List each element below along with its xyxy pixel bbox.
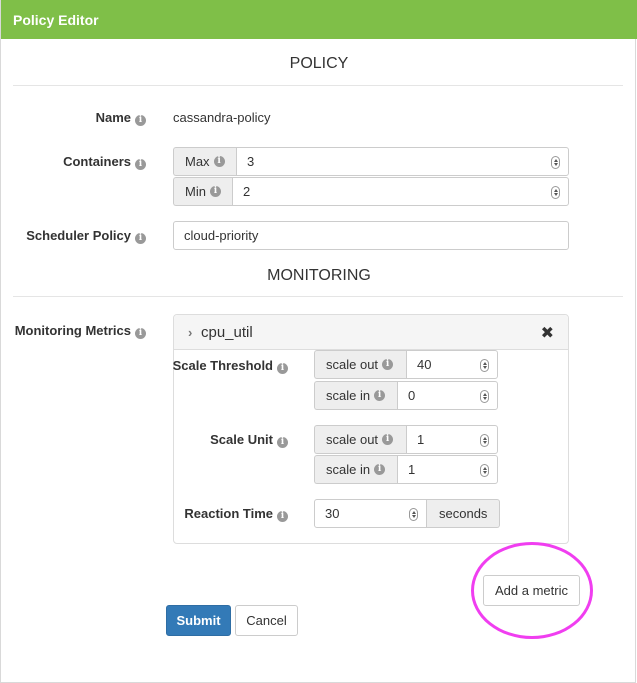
scheduler-policy-label: Scheduler Policy i xyxy=(1,228,146,244)
policy-editor-panel: Policy Editor POLICY Name i cassandra-pol… xyxy=(0,0,637,683)
close-icon[interactable]: ✖ xyxy=(541,323,554,343)
info-icon[interactable]: i xyxy=(382,434,394,445)
info-icon[interactable]: i xyxy=(135,328,146,339)
scale-threshold-in-input[interactable]: 0 xyxy=(397,381,498,410)
spinner-icon[interactable] xyxy=(480,390,489,403)
cancel-button[interactable]: Cancel xyxy=(235,605,298,636)
divider xyxy=(13,85,623,86)
info-icon[interactable]: i xyxy=(374,464,386,475)
info-icon[interactable]: i xyxy=(135,233,146,244)
spinner-icon[interactable] xyxy=(409,508,418,521)
info-icon[interactable]: i xyxy=(213,156,225,167)
scale-threshold-label: Scale Threshold i xyxy=(161,358,288,374)
scale-unit-in-group: scale in i 1 xyxy=(314,455,498,484)
scale-in-addon: scale in i xyxy=(314,455,397,484)
highlight-annotation xyxy=(471,542,593,639)
containers-min-group: Min i 2 xyxy=(173,177,569,206)
spinner-icon[interactable] xyxy=(551,186,560,199)
metric-name: cpu_util xyxy=(201,324,253,341)
spinner-icon[interactable] xyxy=(480,359,489,372)
min-addon: Min i xyxy=(173,177,232,206)
chevron-right-icon[interactable]: › xyxy=(188,325,192,340)
containers-max-group: Max i 3 xyxy=(173,147,569,176)
spinner-icon[interactable] xyxy=(480,434,489,447)
reaction-time-input[interactable]: 30 xyxy=(314,499,427,528)
scheduler-policy-input[interactable]: cloud-priority xyxy=(173,221,569,250)
scheduler-policy-group: cloud-priority xyxy=(173,221,569,250)
spinner-icon[interactable] xyxy=(551,156,560,169)
containers-min-input[interactable]: 2 xyxy=(232,177,569,206)
scale-out-addon: scale out i xyxy=(314,350,406,379)
submit-button[interactable]: Submit xyxy=(166,605,231,636)
policy-section-title: POLICY xyxy=(289,55,349,72)
monitoring-section-title: MONITORING xyxy=(267,267,371,284)
scale-threshold-out-group: scale out i 40 xyxy=(314,350,498,379)
scale-threshold-in-group: scale in i 0 xyxy=(314,381,498,410)
seconds-addon: seconds xyxy=(427,499,501,528)
monitoring-metrics-label: Monitoring Metrics i xyxy=(1,323,146,339)
metric-card-header[interactable]: › cpu_util ✖ xyxy=(174,315,568,350)
info-icon[interactable]: i xyxy=(382,359,394,370)
scale-unit-out-input[interactable]: 1 xyxy=(406,425,498,454)
info-icon[interactable]: i xyxy=(135,115,146,126)
max-addon: Max i xyxy=(173,147,236,176)
name-label: Name i xyxy=(1,110,146,126)
divider xyxy=(13,296,623,297)
scale-unit-label: Scale Unit i xyxy=(161,432,288,448)
panel-header: Policy Editor xyxy=(1,0,637,39)
reaction-time-label: Reaction Time i xyxy=(161,506,288,522)
scale-threshold-out-input[interactable]: 40 xyxy=(406,350,498,379)
containers-label: Containers i xyxy=(1,154,146,170)
scale-out-addon: scale out i xyxy=(314,425,406,454)
spinner-icon[interactable] xyxy=(480,464,489,477)
name-value: cassandra-policy xyxy=(173,110,271,125)
scale-unit-out-group: scale out i 1 xyxy=(314,425,498,454)
reaction-time-group: 30 seconds xyxy=(314,499,501,528)
info-icon[interactable]: i xyxy=(135,159,146,170)
info-icon[interactable]: i xyxy=(277,511,288,522)
info-icon[interactable]: i xyxy=(374,390,386,401)
info-icon[interactable]: i xyxy=(277,363,288,374)
scale-in-addon: scale in i xyxy=(314,381,397,410)
containers-max-input[interactable]: 3 xyxy=(236,147,569,176)
scale-unit-in-input[interactable]: 1 xyxy=(397,455,498,484)
info-icon[interactable]: i xyxy=(209,186,221,197)
panel-title: Policy Editor xyxy=(13,12,99,28)
info-icon[interactable]: i xyxy=(277,437,288,448)
